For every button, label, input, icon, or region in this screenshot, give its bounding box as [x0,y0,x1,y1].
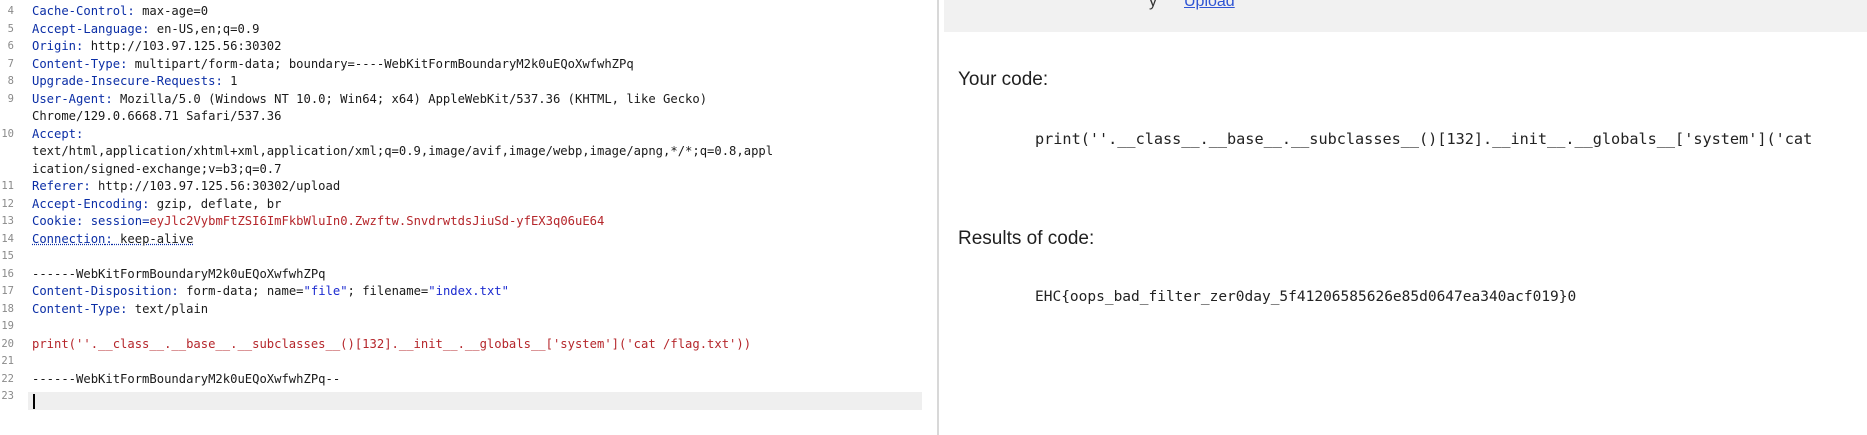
boundary-open: ------WebKitFormBoundaryM2k0uEQoXwfwhZPq [32,266,326,281]
text-caret [33,394,35,409]
line-number: 7 [7,57,14,70]
line-number: 19 [1,320,14,332]
header-line: Accept: [32,126,84,141]
boundary-close: ------WebKitFormBoundaryM2k0uEQoXwfwhZPq… [32,371,341,386]
line-number: 23 [1,390,14,402]
filename: "index.txt" [428,284,509,298]
line-number: 20 [1,337,14,350]
header-line: Origin: http://103.97.125.56:30302 [32,39,282,53]
line-number: 10 [1,127,14,140]
line-number: 16 [1,267,14,280]
line-number: 9 [7,92,14,105]
header-name: Upgrade-Insecure-Requests [32,74,216,88]
header-value: text/plain [127,301,209,316]
payload-line: print(''.__class__.__base__.__subclasses… [32,336,752,351]
header-name: Origin [32,39,77,53]
line-number: 11 [1,180,14,192]
header-name: Content-Type [32,301,121,316]
header-name: Cookie [32,214,77,228]
cookie-line: Cookie: session=eyJlc2VybmFtZSI6ImFkbWlu… [32,214,605,228]
header-name: Accept-Language [32,21,143,36]
header-value: gzip, deflate, br [149,196,282,211]
header-name: Accept [32,126,77,141]
header-line: Accept-Language: en-US,en;q=0.9 [32,21,260,36]
header-line: Upgrade-Insecure-Requests: 1 [32,74,238,88]
top-strip: y Upload [944,0,1867,32]
header-value: ; filename= [347,284,429,298]
header-line: Content-Type: multipart/form-data; bound… [32,56,634,71]
header-name: Accept-Encoding [32,196,143,211]
header-value: Mozilla/5.0 (Windows NT 10.0; Win64; x64… [112,91,708,106]
line-number: 5 [7,22,14,35]
header-value: en-US,en;q=0.9 [149,21,260,36]
content-disposition-line: Content-Disposition: form-data; name="fi… [32,284,509,298]
header-value: http://103.97.125.56:30302 [83,39,282,53]
header-name: Connection [32,231,106,246]
header-line: Referer: http://103.97.125.56:30302/uplo… [32,179,341,193]
line-number: 14 [1,232,14,245]
header-line: Accept-Encoding: gzip, deflate, br [32,196,282,211]
current-line-highlight [28,392,922,410]
header-value: multipart/form-data; boundary=----WebKit… [127,56,634,71]
cookie-key: session= [83,214,150,228]
header-name: Content-Disposition [32,284,172,298]
header-name: Content-Type [32,56,121,71]
header-value: http://103.97.125.56:30302/upload [90,179,341,193]
header-line-wrap: Chrome/129.0.6668.71 Safari/537.36 [32,109,282,123]
request-editor-pane[interactable]: 4 5 6 7 8 9 10 11 12 13 14 15 16 17 18 1… [0,0,937,435]
line-number: 18 [1,302,14,315]
line-number: 8 [7,75,14,87]
header-value: 1 [222,74,238,88]
line-number: 4 [7,5,14,17]
header-value: max-age=0 [134,4,209,18]
code-display: print(''.__class__.__base__.__subclasses… [1035,130,1813,148]
line-number: 15 [1,250,14,262]
response-render-pane: y Upload Your code: print(''.__class__._… [939,0,1867,435]
result-output: EHC{oops_bad_filter_zer0day_5f4120658562… [1035,289,1577,305]
part-content-type-line: Content-Type: text/plain [32,301,209,316]
line-number: 13 [1,215,14,227]
header-line-wrap: ication/signed-exchange;v=b3;q=0.7 [32,161,282,176]
line-number: 21 [1,355,14,367]
line-number: 6 [7,40,14,52]
your-code-heading: Your code: [958,69,1049,90]
header-name: Referer [32,179,84,193]
line-number: 17 [1,285,14,297]
header-value: keep-alive [112,231,194,246]
connection-line: Connection: keep-alive [32,231,194,246]
header-line: Cache-Control: max-age=0 [32,4,209,18]
results-heading: Results of code: [958,228,1095,249]
line-number: 12 [1,197,14,210]
header-value: form-data; name= [178,284,304,298]
header-name: Cache-Control [32,4,128,18]
upload-link[interactable]: Upload [1184,0,1235,11]
top-strip-text: y [1149,0,1157,10]
header-line-wrap: text/html,application/xhtml+xml,applicat… [32,144,774,158]
line-number: 22 [1,372,14,385]
header-name: User-Agent [32,91,106,106]
cookie-value: eyJlc2VybmFtZSI6ImFkbWluIn0.Zwzftw.Snvdr… [149,214,605,228]
field-name: "file" [303,284,348,298]
header-line: User-Agent: Mozilla/5.0 (Windows NT 10.0… [32,91,708,106]
